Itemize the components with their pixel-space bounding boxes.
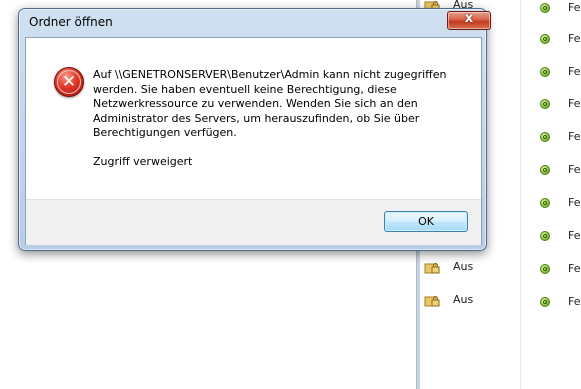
status-label: Fe [568,1,581,14]
list-item[interactable]: Fe [521,162,581,182]
dialog-titlebar[interactable]: Ordner öffnen [19,9,486,37]
list-item[interactable]: Aus [420,259,520,279]
status-ok-icon [540,34,550,44]
status-ok-icon [540,297,550,307]
list-item[interactable]: Fe [521,195,581,215]
list-item[interactable]: Fe [521,64,581,84]
background-column-status: Fe Fe Fe Fe Fe Fe Fe Fe Fe Fe [521,0,581,389]
status-ok-icon [540,67,550,77]
close-button[interactable]: x [447,11,491,30]
list-item[interactable]: Fe [521,228,581,248]
status-label: Fe [568,32,581,45]
ok-button[interactable]: OK [384,211,468,232]
status-ok-icon [540,264,550,274]
list-item[interactable]: Fe [521,129,581,149]
error-icon: ✕ [54,67,84,97]
list-item-label: Aus [453,293,474,306]
button-area: OK [26,199,481,245]
status-label: Fe [568,262,581,275]
status-label: Fe [568,196,581,209]
list-item[interactable]: Fe [521,261,581,281]
list-item-label: Aus [453,260,474,273]
shared-folder-lock-icon [424,263,440,274]
list-item[interactable]: Fe [521,31,581,51]
status-label: Fe [568,130,581,143]
error-detail: Zugriff verweigert [93,154,193,168]
error-dialog: Ordner öffnen x ✕ Auf \\GENETRONSERVER\B… [18,8,491,251]
message-area: ✕ Auf \\GENETRONSERVER\Benutzer\Admin ka… [26,38,481,199]
list-item[interactable]: Fe [521,294,581,314]
status-label: Fe [568,229,581,242]
list-item[interactable]: Aus [420,292,520,312]
status-label: Fe [568,295,581,308]
error-message: Auf \\GENETRONSERVER\Benutzer\Admin kann… [93,68,447,140]
list-item[interactable]: Fe [521,96,581,116]
status-label: Fe [568,97,581,110]
status-label: Fe [568,163,581,176]
status-ok-icon [540,231,550,241]
status-ok-icon [540,3,550,13]
status-ok-icon [540,99,550,109]
dialog-body: ✕ Auf \\GENETRONSERVER\Benutzer\Admin ka… [25,37,482,245]
status-ok-icon [540,132,550,142]
message-text: Auf \\GENETRONSERVER\Benutzer\Admin kann… [93,68,453,170]
list-item[interactable]: Fe [521,0,581,20]
dialog-title: Ordner öffnen [29,15,113,29]
status-ok-icon [540,198,550,208]
close-icon: x [464,11,474,26]
shared-folder-lock-icon [424,296,440,307]
status-label: Fe [568,65,581,78]
status-ok-icon [540,165,550,175]
